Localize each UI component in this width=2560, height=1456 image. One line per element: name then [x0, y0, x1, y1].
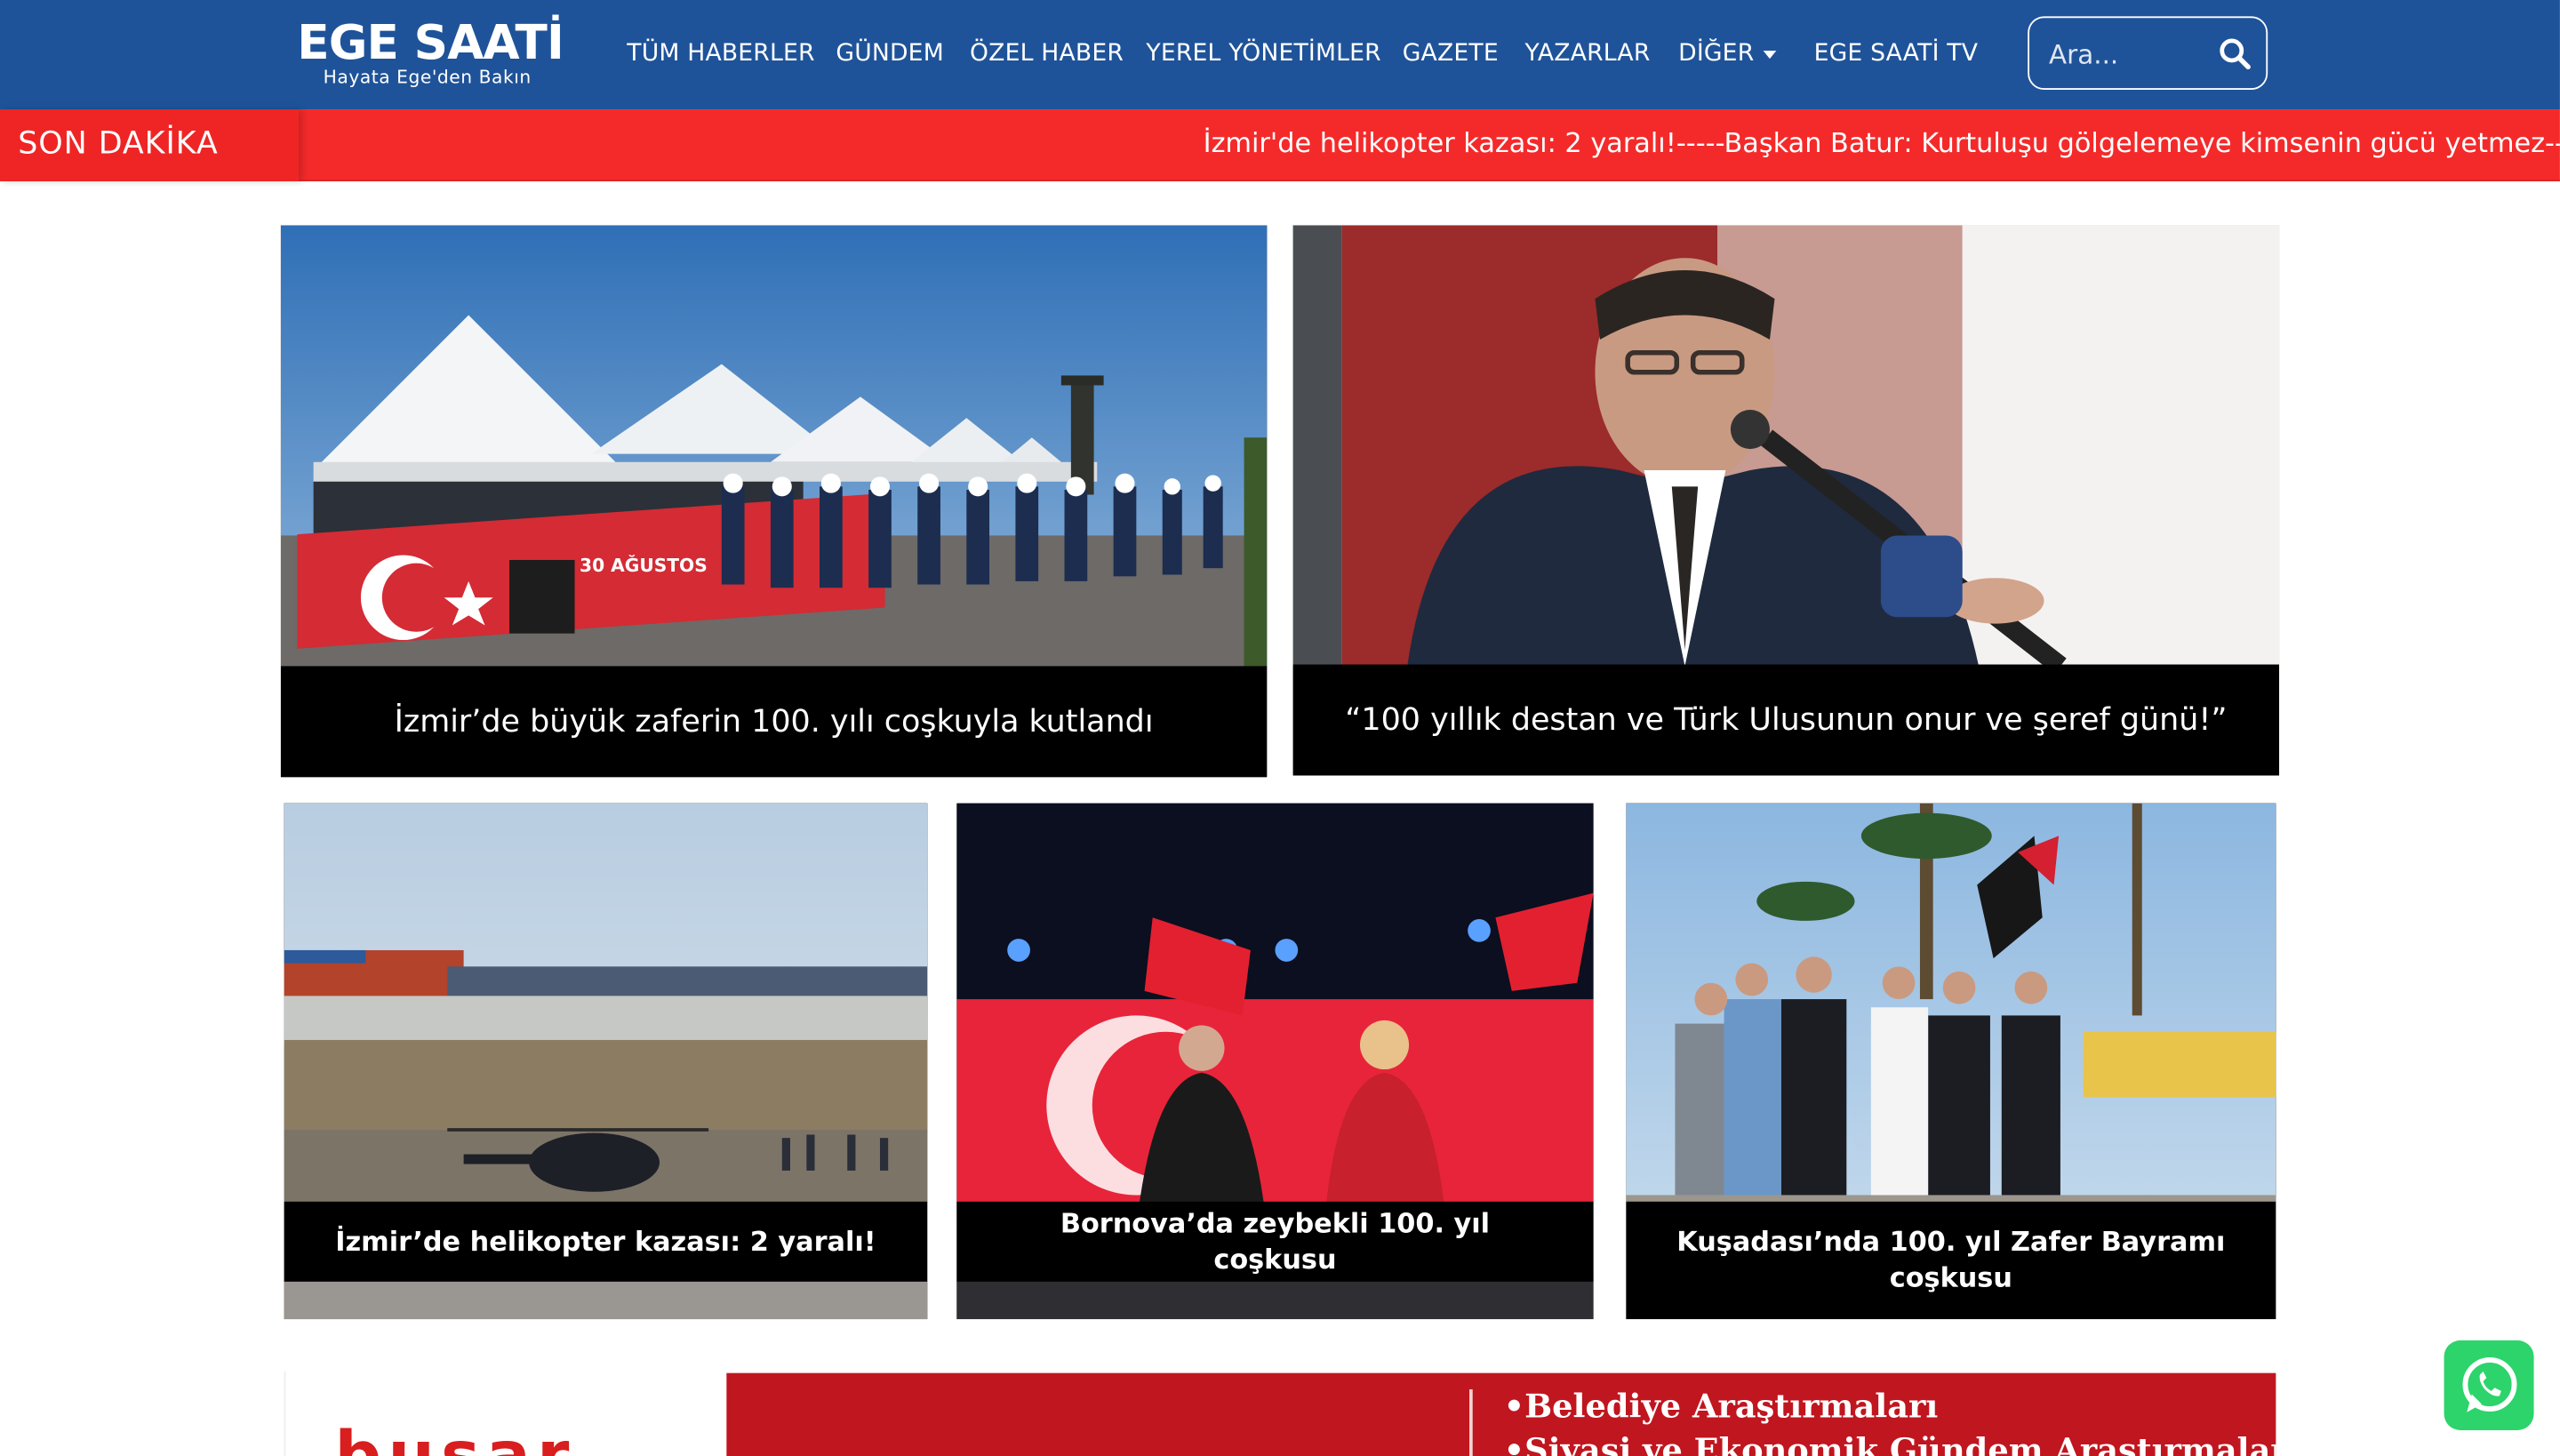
main-nav: TÜM HABERLER GÜNDEM ÖZEL HABER YEREL YÖN…	[0, 39, 2008, 68]
breaking-news-bar: SON DAKİKA İzmir'de helikopter kazası: 2…	[0, 109, 2560, 181]
whatsapp-icon	[2462, 1357, 2517, 1412]
advert-logo: busar	[335, 1424, 576, 1456]
banner-divider	[1469, 1389, 1473, 1456]
search-box	[2028, 16, 2268, 91]
nav-item-yerel-yonetimler[interactable]: YEREL YÖNETİMLER	[1146, 39, 1380, 68]
site-header: EGE SAATİ Hayata Ege'den Bakın TÜM HABER…	[0, 0, 2560, 110]
featured-card-title: “100 yıllık destan ve Türk Ulusunun onur…	[1345, 701, 2228, 739]
nav-item-ozel-haber[interactable]: ÖZEL HABER	[970, 39, 1124, 68]
news-card-title: Kuşadası’nda 100. yıl Zafer Bayramı coşk…	[1676, 1226, 2226, 1293]
banner-line-2: •Siyasi ve Ekonomik Gündem Araştırmaları	[1503, 1429, 2276, 1456]
whatsapp-button[interactable]	[2444, 1340, 2534, 1430]
news-card-caption: Kuşadası’nda 100. yıl Zafer Bayramı coşk…	[1626, 1201, 2276, 1320]
news-card[interactable]: Kuşadası’nda 100. yıl Zafer Bayramı coşk…	[1626, 803, 2276, 1320]
search-input[interactable]	[2049, 34, 2206, 74]
advert-left[interactable]: busar	[284, 1371, 727, 1456]
breaking-news-text[interactable]: İzmir'de helikopter kazası: 2 yaralı!---…	[1204, 127, 2560, 158]
nav-item-gundem[interactable]: GÜNDEM	[836, 39, 943, 68]
news-card-caption: İzmir’de helikopter kazası: 2 yaralı!	[284, 1201, 928, 1282]
logo-subtitle: Hayata Ege'den Bakın	[323, 67, 532, 89]
breaking-label-box: SON DAKİKA	[0, 109, 300, 181]
news-card-title: Bornova’da zeybekli 100. yıl coşkusu	[1060, 1207, 1491, 1275]
banner-line-1: •Belediye Araştırmaları	[1503, 1386, 1939, 1426]
featured-card-title: İzmir’de büyük zaferin 100. yılı coşkuyl…	[394, 703, 1154, 740]
svg-text:30 AĞUSTOS: 30 AĞUSTOS	[580, 555, 708, 576]
chevron-down-icon[interactable]	[1763, 50, 1777, 60]
featured-card[interactable]: “100 yıllık destan ve Türk Ulusunun onur…	[1292, 225, 2280, 776]
featured-card-caption: “100 yıllık destan ve Türk Ulusunun onur…	[1292, 664, 2280, 776]
nav-item-gazete[interactable]: GAZETE	[1403, 39, 1499, 68]
featured-card-caption: İzmir’de büyük zaferin 100. yılı coşkuyl…	[280, 666, 1268, 778]
page: EGE SAATİ Hayata Ege'den Bakın TÜM HABER…	[0, 0, 2560, 1456]
nav-item-tum-haberler[interactable]: TÜM HABERLER	[627, 39, 814, 68]
news-card-title: İzmir’de helikopter kazası: 2 yaralı!	[335, 1225, 876, 1257]
news-card[interactable]: Bornova’da zeybekli 100. yıl coşkusu	[956, 803, 1594, 1320]
nav-item-ege-saati-tv[interactable]: EGE SAATİ TV	[1814, 39, 1979, 68]
nav-item-yazarlar[interactable]: YAZARLAR	[1524, 39, 1650, 68]
news-card[interactable]: İzmir’de helikopter kazası: 2 yaralı!	[284, 803, 928, 1320]
search-icon[interactable]	[2219, 37, 2252, 70]
advert-banner[interactable]: •Belediye Araştırmaları •Siyasi ve Ekono…	[726, 1372, 2276, 1456]
nav-item-diger[interactable]: DİĞER	[1678, 39, 1754, 68]
featured-card[interactable]: 30 AĞUSTOS İzmir’de büyük zaferin 100. y…	[280, 225, 1268, 778]
news-card-caption: Bornova’da zeybekli 100. yıl coşkusu	[956, 1201, 1594, 1282]
breaking-label: SON DAKİKA	[18, 125, 219, 162]
